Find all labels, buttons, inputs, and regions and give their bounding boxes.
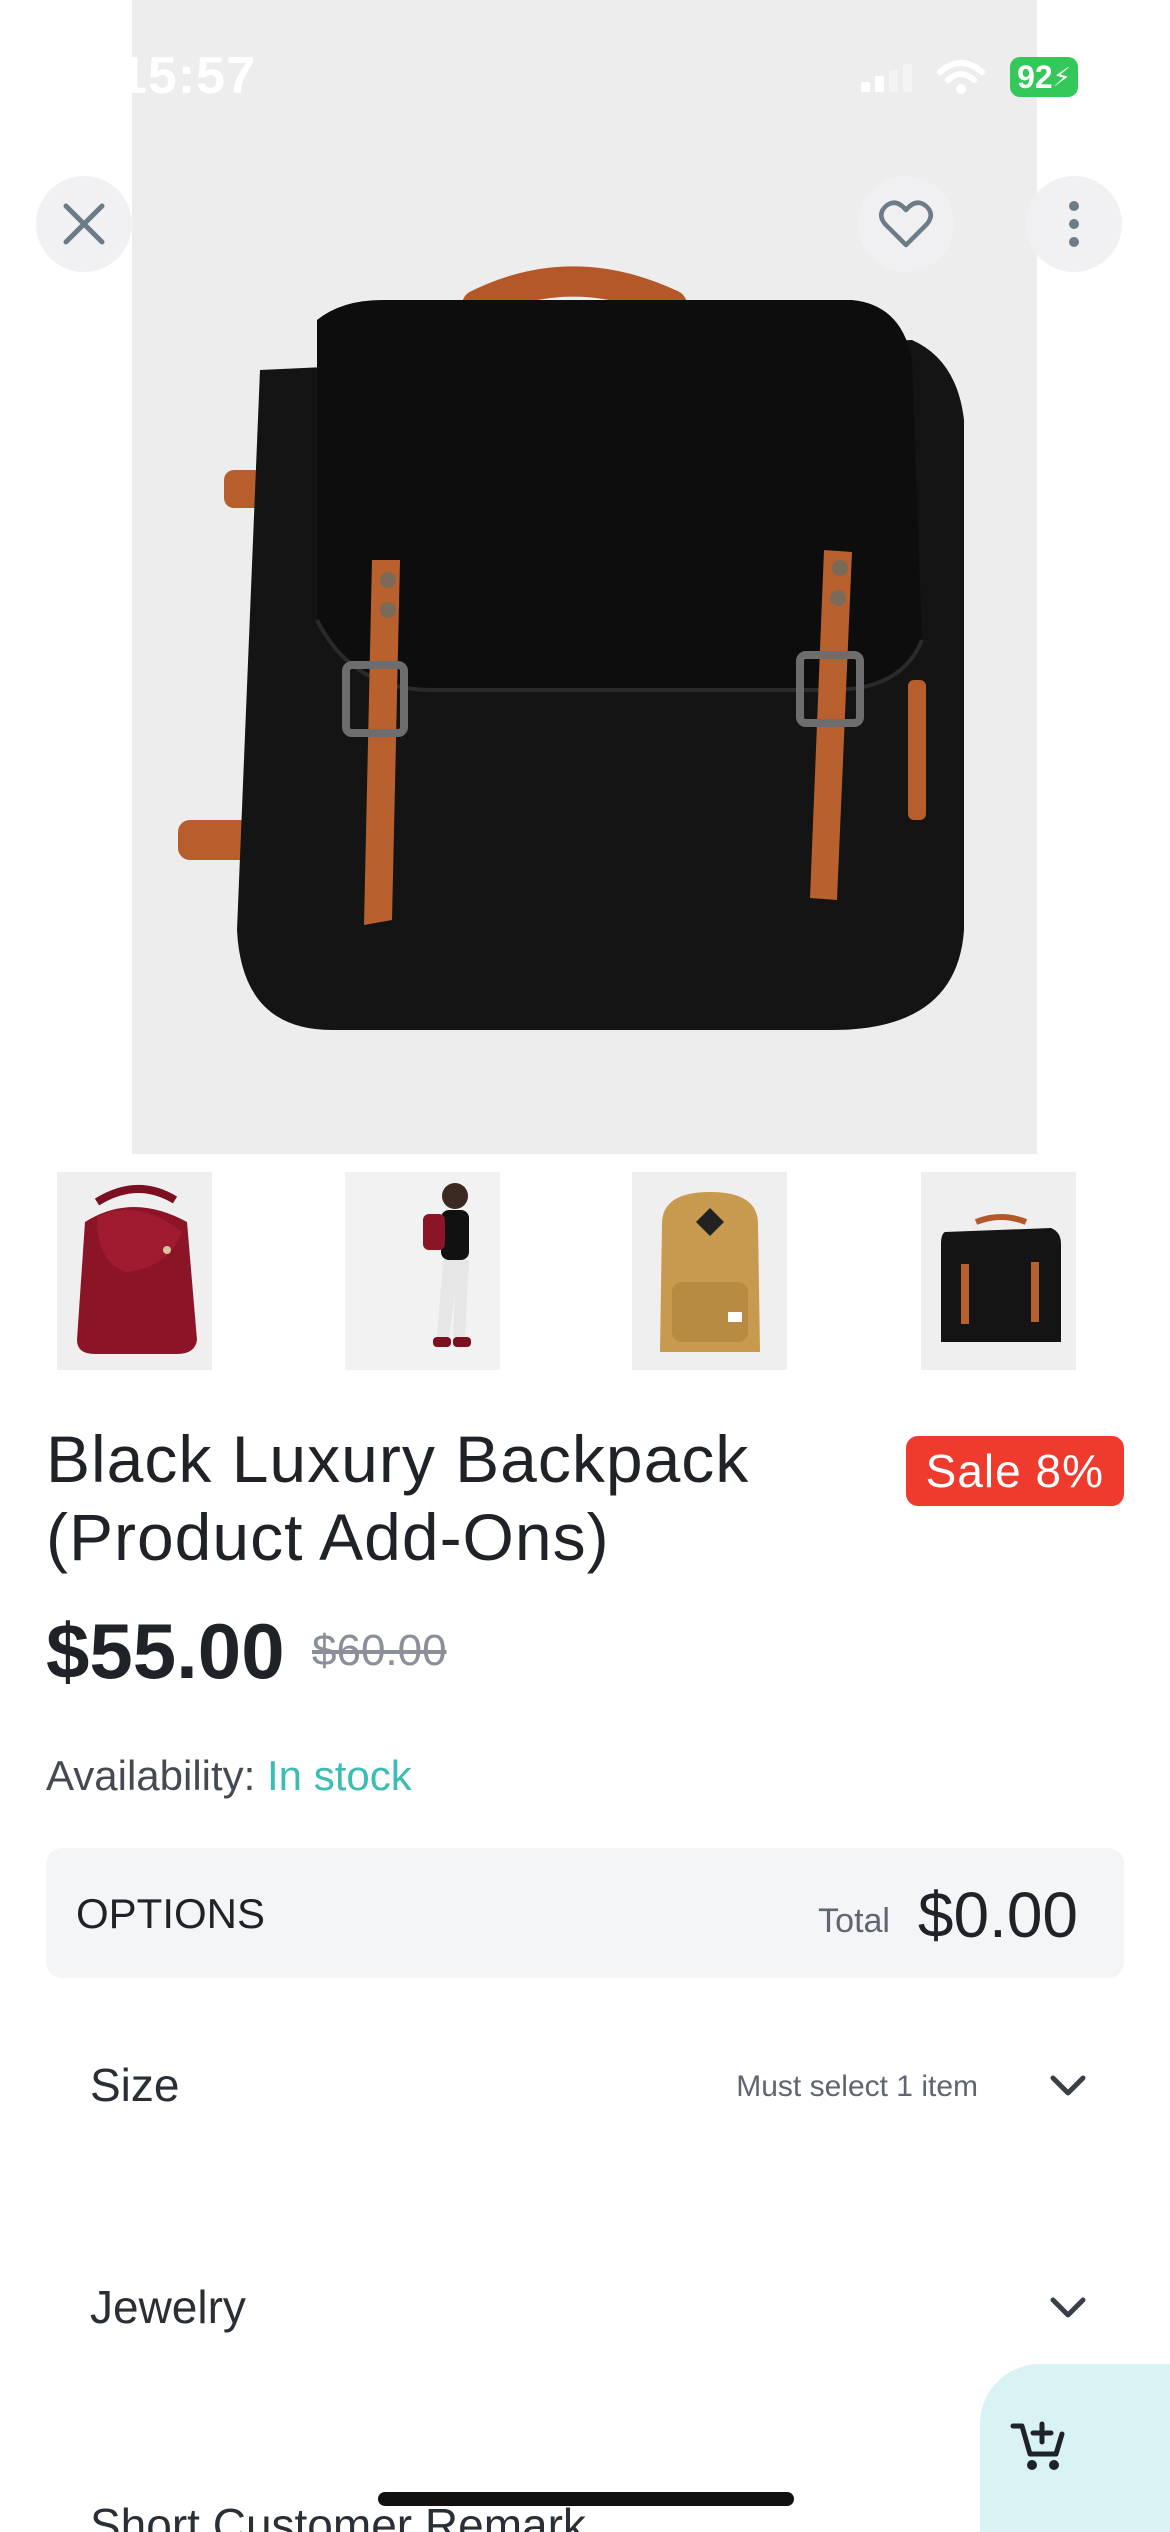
charging-bolt-icon: ⚡ xyxy=(1052,61,1071,92)
availability: Availability: In stock xyxy=(46,1752,412,1800)
more-vertical-icon xyxy=(1069,201,1079,247)
chevron-down-icon xyxy=(1050,2297,1086,2318)
thumbnail-model-backpack[interactable] xyxy=(345,1172,500,1370)
total-value: $0.00 xyxy=(917,1879,1078,1951)
option-name: Jewelry xyxy=(90,2281,246,2333)
options-heading: OPTIONS xyxy=(76,1890,266,1937)
model-with-backpack-image xyxy=(345,1172,500,1370)
heart-outline-icon xyxy=(879,200,933,248)
option-row-size[interactable]: Size Must select 1 item xyxy=(46,2022,1124,2152)
thumbnail-black-backpack[interactable] xyxy=(921,1172,1076,1370)
options-summary: OPTIONS Total $0.00 xyxy=(46,1848,1124,1978)
battery-indicator: 92 ⚡ xyxy=(1010,57,1078,97)
total-label: Total xyxy=(818,1902,890,1940)
close-button[interactable] xyxy=(36,176,132,272)
status-time: 15:57 xyxy=(118,47,256,105)
status-indicators: 92 ⚡ xyxy=(861,54,1078,100)
chevron-down-icon xyxy=(1050,2075,1086,2096)
battery-level: 92 xyxy=(1017,58,1053,95)
availability-label: Availability: xyxy=(46,1752,256,1799)
add-to-cart-button[interactable] xyxy=(980,2364,1170,2532)
add-to-cart-icon xyxy=(1010,2421,1065,2470)
availability-status: In stock xyxy=(267,1752,412,1799)
backpack-illustration xyxy=(178,266,964,1030)
option-hint: Must select 1 item xyxy=(736,2070,978,2103)
product-price: $55.00 xyxy=(46,1607,285,1695)
thumbnail-tan-backpack[interactable] xyxy=(632,1172,787,1370)
close-icon xyxy=(63,203,105,245)
cellular-signal-icon xyxy=(861,62,912,92)
product-old-price: $60.00 xyxy=(312,1626,447,1675)
product-main-image[interactable] xyxy=(132,0,1037,1154)
wifi-icon xyxy=(937,60,985,94)
thumbnail-strip xyxy=(57,1172,1077,1370)
sale-badge: Sale 8% xyxy=(905,1436,1124,1506)
option-row-jewelry[interactable]: Jewelry xyxy=(46,2244,1124,2374)
home-indicator[interactable] xyxy=(378,2492,794,2506)
tan-backpack-image xyxy=(632,1172,787,1370)
thumbnail-burgundy-backpack[interactable] xyxy=(57,1172,212,1370)
more-options-button[interactable] xyxy=(1026,176,1122,272)
burgundy-backpack-image xyxy=(57,1172,212,1370)
favorite-button[interactable] xyxy=(858,176,954,272)
black-backpack-image xyxy=(921,1172,1076,1370)
product-title: Black Luxury Backpack (Product Add-Ons) xyxy=(46,1422,750,1574)
option-name: Size xyxy=(90,2059,180,2111)
